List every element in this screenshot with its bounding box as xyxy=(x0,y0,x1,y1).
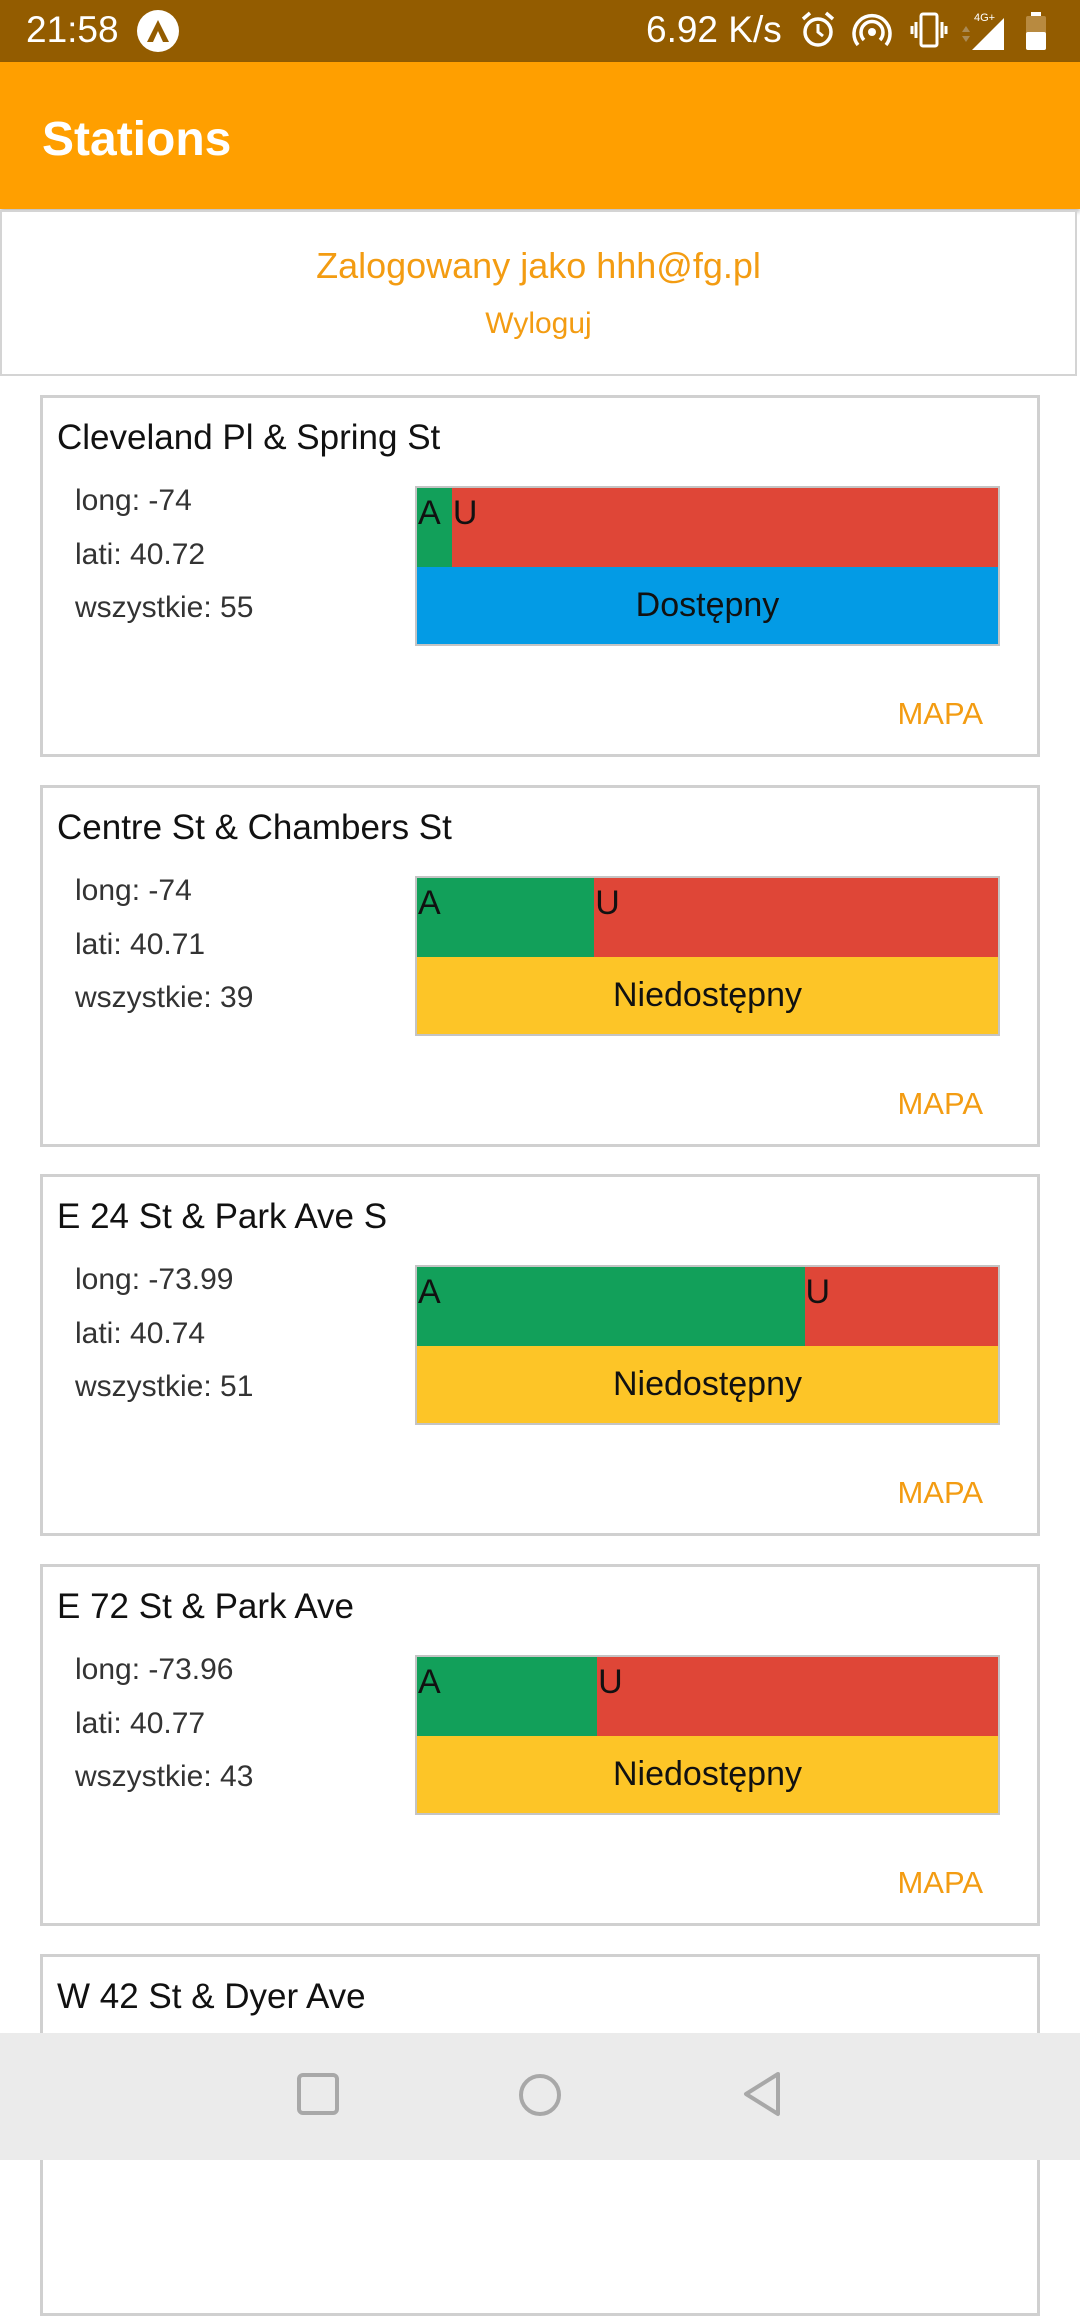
available-label: A xyxy=(418,1663,441,1701)
status-badge: Niedostępny xyxy=(417,1736,998,1813)
svg-text:4G+: 4G+ xyxy=(974,12,995,24)
station-name: Cleveland Pl & Spring St xyxy=(57,418,441,457)
longitude-text: long: -74 xyxy=(75,874,192,907)
logout-link[interactable]: Wyloguj xyxy=(2,307,1075,341)
total-bikes-text: wszystkie: 39 xyxy=(75,981,254,1014)
signal-4g-icon: 4G+ xyxy=(962,12,1004,50)
status-icons: 4G+ xyxy=(798,10,1068,54)
navigation-bar xyxy=(0,2033,1080,2160)
unavailable-segment: U xyxy=(594,878,998,957)
map-button[interactable]: MAPA xyxy=(897,1086,983,1122)
longitude-text: long: -73.96 xyxy=(75,1653,234,1686)
hotspot-icon xyxy=(852,14,892,47)
status-time: 21:58 xyxy=(26,9,119,50)
status-badge: Niedostępny xyxy=(417,1346,998,1423)
station-name: Centre St & Chambers St xyxy=(57,808,452,847)
app-bar: Stations xyxy=(0,62,1080,209)
availability-bar: A U Niedostępny xyxy=(415,1655,1000,1815)
unavailable-label: U xyxy=(595,884,620,922)
unavailable-segment: U xyxy=(804,1267,998,1346)
unavailable-segment: U xyxy=(597,1657,998,1736)
available-segment: A xyxy=(417,878,595,957)
station-name: E 24 St & Park Ave S xyxy=(57,1197,388,1236)
total-bikes-text: wszystkie: 55 xyxy=(75,591,254,624)
availability-bar: A U Dostępny xyxy=(415,486,1000,646)
station-card: E 24 St & Park Ave S long: -73.99 lati: 40… xyxy=(40,1174,1040,1536)
network-speed: 6.92 K/s xyxy=(646,9,782,50)
available-segment: A xyxy=(417,488,452,567)
map-button[interactable]: MAPA xyxy=(897,1865,983,1901)
login-info-box: Zalogowany jako hhh@fg.pl Wyloguj xyxy=(0,210,1077,376)
latitude-text: lati: 40.71 xyxy=(75,928,206,961)
latitude-text: lati: 40.77 xyxy=(75,1707,206,1740)
app-a-icon xyxy=(137,10,179,52)
station-name: E 72 St & Park Ave xyxy=(57,1587,355,1626)
latitude-text: lati: 40.74 xyxy=(75,1317,206,1350)
status-badge: Dostępny xyxy=(417,567,998,644)
page-title: Stations xyxy=(42,113,232,166)
station-name: W 42 St & Dyer Ave xyxy=(57,1977,366,2016)
station-card: E 72 St & Park Ave long: -73.96 lati: 40.7… xyxy=(40,1564,1040,1926)
availability-bar: A U Niedostępny xyxy=(415,1265,1000,1425)
map-button[interactable]: MAPA xyxy=(897,1475,983,1511)
availability-bar: A U Niedostępny xyxy=(415,876,1000,1036)
station-card: Cleveland Pl & Spring St long: -74 lati: 4… xyxy=(40,395,1040,757)
back-triangle-icon[interactable] xyxy=(738,2069,786,2119)
unavailable-label: U xyxy=(598,1663,623,1701)
latitude-text: lati: 40.72 xyxy=(75,538,206,571)
available-label: A xyxy=(418,494,441,532)
unavailable-label: U xyxy=(805,1273,831,1311)
alarm-icon xyxy=(801,11,835,47)
recents-square-icon[interactable] xyxy=(295,2071,341,2117)
unavailable-label: U xyxy=(452,494,478,532)
station-card: Centre St & Chambers St long: -74 lati: 40… xyxy=(40,785,1040,1147)
available-segment: A xyxy=(417,1267,805,1346)
home-circle-icon[interactable] xyxy=(516,2071,564,2119)
available-label: A xyxy=(418,884,441,922)
total-bikes-text: wszystkie: 43 xyxy=(75,1760,254,1793)
total-bikes-text: wszystkie: 51 xyxy=(75,1370,254,1403)
vibrate-icon xyxy=(910,12,948,48)
map-button[interactable]: MAPA xyxy=(897,696,983,732)
logged-in-as-text: Zalogowany jako hhh@fg.pl xyxy=(316,245,761,286)
unavailable-segment: U xyxy=(451,488,998,567)
longitude-text: long: -74 xyxy=(75,484,192,517)
available-segment: A xyxy=(417,1657,598,1736)
status-badge: Niedostępny xyxy=(417,957,998,1034)
longitude-text: long: -73.99 xyxy=(75,1263,234,1296)
battery-icon xyxy=(1026,12,1046,50)
status-bar: 21:58 6.92 K/s 4G+ xyxy=(0,0,1080,62)
available-label: A xyxy=(418,1273,441,1311)
